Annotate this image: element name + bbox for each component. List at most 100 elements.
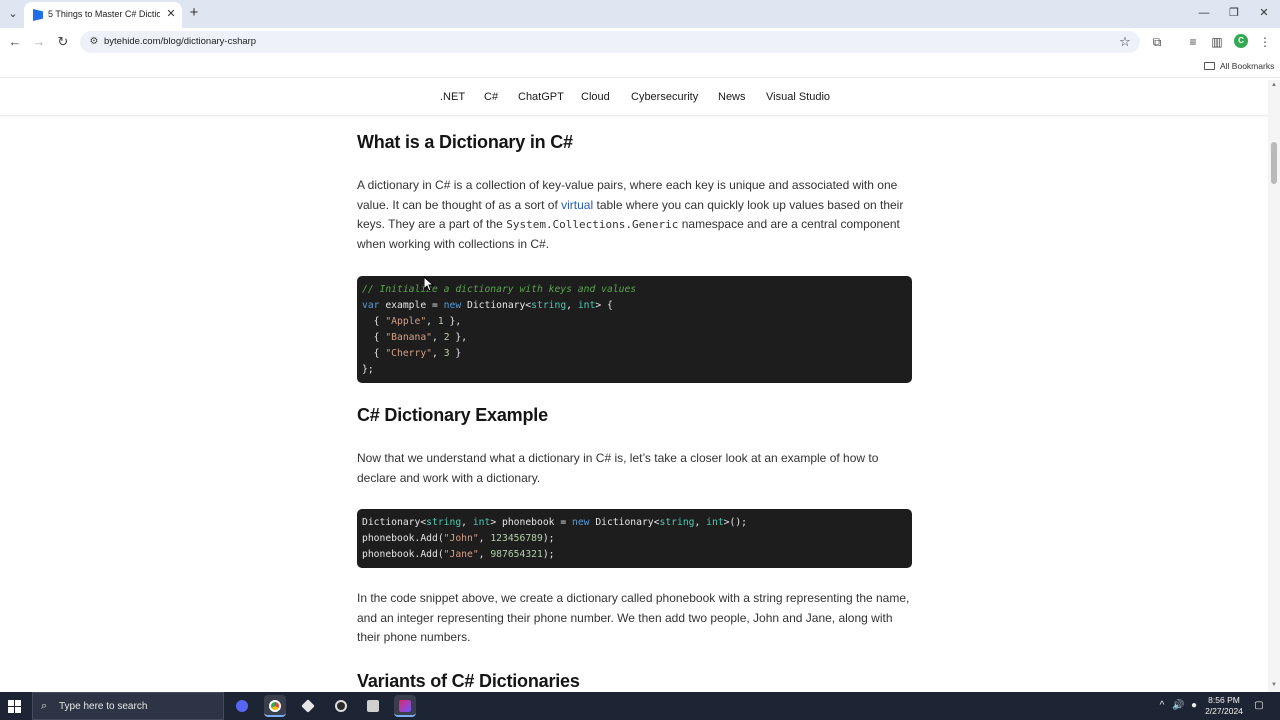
code-text: Dictionary< xyxy=(461,300,532,311)
volume-icon[interactable]: 🔊 xyxy=(1172,700,1184,712)
scroll-thumb[interactable] xyxy=(1271,142,1277,184)
tab-search-dropdown-icon[interactable]: ⌄ xyxy=(4,5,22,23)
taskbar-app-discord[interactable] xyxy=(231,695,253,717)
media-controls-icon[interactable]: ≡ xyxy=(1184,33,1202,51)
paragraph-explanation: In the code snippet above, we create a d… xyxy=(357,591,910,645)
nav-item-news[interactable]: News xyxy=(718,91,746,103)
restore-button[interactable]: ❐ xyxy=(1220,4,1248,22)
code-text: > { xyxy=(595,300,613,311)
code-number: 2 xyxy=(443,332,450,343)
site-info-icon[interactable]: ⚙ xyxy=(87,35,101,49)
browser-menu-icon[interactable]: ⋮ xyxy=(1256,33,1274,51)
heading-variants: Variants of C# Dictionaries xyxy=(357,671,580,691)
code-number: 1 xyxy=(437,316,444,327)
folder-icon xyxy=(1204,62,1215,70)
code-comment: // Initialize a dictionary with keys and… xyxy=(362,284,637,295)
code-string: "Banana" xyxy=(385,332,433,343)
code-text: phonebook.Add( xyxy=(362,533,444,544)
reload-icon[interactable]: ↻ xyxy=(54,33,72,51)
taskbar-app-rider[interactable] xyxy=(394,695,416,717)
code-keyword: var xyxy=(362,300,380,311)
taskbar-app-obs[interactable] xyxy=(330,695,352,717)
taskbar-search-box[interactable]: ⌕ Type here to search xyxy=(32,692,224,720)
code-text: , xyxy=(478,533,491,544)
clock-time: 8:56 PM xyxy=(1208,695,1240,705)
close-window-button[interactable]: ✕ xyxy=(1250,4,1278,22)
code-type: string xyxy=(426,517,462,528)
windows-taskbar: ⌕ Type here to search ^ 🔊 ● 8:56 PM 2/27… xyxy=(0,692,1280,720)
code-text: , xyxy=(478,549,491,560)
code-block-phonebook: Dictionary<string, int> phonebook = new … xyxy=(357,509,912,568)
scroll-up-arrow-icon[interactable]: ▲ xyxy=(1270,82,1278,88)
taskbar-search-placeholder: Type here to search xyxy=(59,701,148,712)
taskbar-clock[interactable]: 8:56 PM 2/27/2024 xyxy=(1198,695,1250,717)
extensions-icon[interactable]: ⧉ xyxy=(1148,33,1166,51)
code-string: "John" xyxy=(443,533,479,544)
code-text: , xyxy=(461,517,473,528)
code-number: 123456789 xyxy=(490,533,543,544)
nav-item-chatgpt[interactable]: ChatGPT xyxy=(518,91,564,103)
code-text: ); xyxy=(542,549,555,560)
code-string: "Cherry" xyxy=(385,348,433,359)
code-type: int xyxy=(706,517,724,528)
virtual-link[interactable]: virtual xyxy=(561,198,593,212)
bookmark-star-icon[interactable]: ☆ xyxy=(1116,33,1134,51)
code-string: "Jane" xyxy=(443,549,479,560)
bytehide-favicon-icon xyxy=(33,9,43,21)
code-string: "Apple" xyxy=(385,316,427,327)
search-icon: ⌕ xyxy=(41,700,48,712)
code-text: > phonebook = xyxy=(490,517,572,528)
code-type: string xyxy=(659,517,695,528)
code-keyword: new xyxy=(443,300,462,311)
code-type: int xyxy=(577,300,596,311)
notification-icon[interactable]: ▢ xyxy=(1252,699,1266,713)
nav-item-visual-studio[interactable]: Visual Studio xyxy=(766,91,830,103)
code-number: 3 xyxy=(443,348,450,359)
article-content: What is a Dictionary in C# A dictionary … xyxy=(0,116,1268,692)
tray-expand-icon[interactable]: ^ xyxy=(1156,700,1168,712)
back-arrow-icon[interactable]: ← xyxy=(6,33,24,51)
taskbar-app-unity[interactable] xyxy=(297,695,319,717)
heading-dictionary-example: C# Dictionary Example xyxy=(357,405,548,425)
new-tab-button[interactable]: + xyxy=(186,5,202,21)
minimize-button[interactable]: — xyxy=(1190,4,1218,22)
tab-title: 5 Things to Master C# Dictionary xyxy=(48,9,160,19)
code-type: string xyxy=(531,300,567,311)
tab-close-icon[interactable]: ✕ xyxy=(164,7,178,21)
browser-tab[interactable]: 5 Things to Master C# Dictionary ✕ xyxy=(24,2,182,28)
site-nav: .NET C# ChatGPT Cloud Cybersecurity News… xyxy=(0,80,1268,116)
nav-item-csharp[interactable]: C# xyxy=(484,91,498,103)
code-text: , xyxy=(694,517,707,528)
code-keyword: new xyxy=(571,517,590,528)
code-text: example = xyxy=(379,300,444,311)
namespace-code: System.Collections.Generic xyxy=(506,218,679,232)
code-text: Dictionary< xyxy=(589,517,660,528)
profile-avatar[interactable]: C xyxy=(1234,34,1248,48)
url-text[interactable]: bytehide.com/blog/dictionary-csharp xyxy=(104,36,256,47)
tab-strip: ⌄ 5 Things to Master C# Dictionary ✕ + —… xyxy=(0,0,1280,28)
browser-toolbar: ← → ↻ ⚙ bytehide.com/blog/dictionary-csh… xyxy=(0,28,1280,56)
nav-item-cloud[interactable]: Cloud xyxy=(581,91,610,103)
side-panel-icon[interactable]: ▥ xyxy=(1208,33,1226,51)
code-text: >(); xyxy=(723,517,747,528)
code-text: phonebook.Add( xyxy=(362,549,444,560)
code-block-initialize: // Initialize a dictionary with keys and… xyxy=(357,276,912,383)
all-bookmarks-link[interactable]: All Bookmarks xyxy=(1220,61,1274,71)
bookmarks-bar: All Bookmarks xyxy=(0,56,1280,78)
code-text: }; xyxy=(362,364,374,375)
code-text: ); xyxy=(542,533,555,544)
address-bar[interactable]: ⚙ bytehide.com/blog/dictionary-csharp ☆ xyxy=(80,31,1140,53)
taskbar-app-unity-hub[interactable] xyxy=(362,695,384,717)
paragraph-intro: A dictionary in C# is a collection of ke… xyxy=(357,176,913,254)
nav-item-dotnet[interactable]: .NET xyxy=(440,91,465,103)
taskbar-app-chrome[interactable] xyxy=(264,695,286,717)
heading-what-is-dictionary: What is a Dictionary in C# xyxy=(357,132,573,152)
code-text: , xyxy=(566,300,578,311)
forward-arrow-icon[interactable]: → xyxy=(30,33,48,51)
windows-start-icon[interactable] xyxy=(8,700,21,713)
code-number: 987654321 xyxy=(490,549,543,560)
scroll-down-arrow-icon[interactable]: ▼ xyxy=(1270,682,1278,688)
nav-item-cybersecurity[interactable]: Cybersecurity xyxy=(631,91,698,103)
paragraph-example-intro: Now that we understand what a dictionary… xyxy=(357,451,879,485)
page-scrollbar[interactable]: ▲ ▼ xyxy=(1268,80,1280,692)
